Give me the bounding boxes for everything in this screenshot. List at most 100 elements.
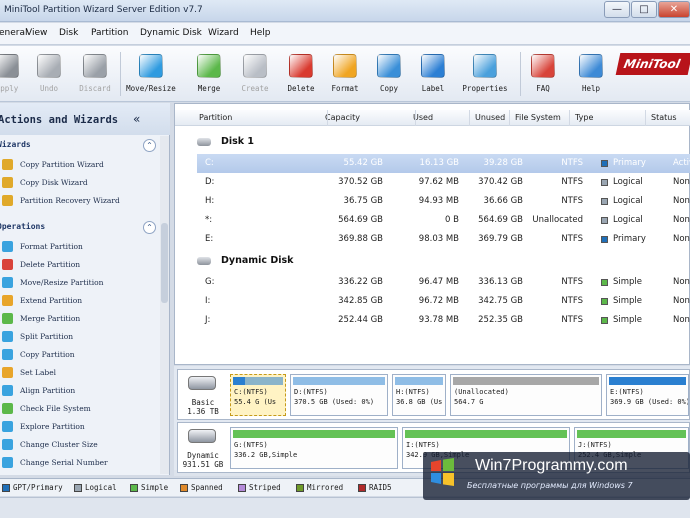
partition-block[interactable]: E:(NTFS) 369.9 GB (Used: 0%): [606, 374, 689, 416]
legend-swatch: [358, 484, 366, 492]
action-change-serial-number[interactable]: Change Serial Number: [0, 454, 158, 472]
toolbar-label: Copy: [379, 84, 399, 93]
toolbar-label: Move/Resize: [126, 84, 176, 93]
section-operations[interactable]: Operations ⌃: [0, 219, 158, 237]
panel-scrollbar-thumb[interactable]: [161, 223, 168, 303]
undo-button[interactable]: Undo: [24, 46, 74, 102]
section-wizards[interactable]: Wizards ⌃: [0, 137, 158, 155]
disk-map-size: 1.36 TB: [187, 407, 219, 416]
menu-general[interactable]: General: [0, 28, 27, 38]
menu-view[interactable]: View: [26, 28, 47, 38]
action-change-cluster-size[interactable]: Change Cluster Size: [0, 436, 158, 454]
collapse-section-icon[interactable]: ⌃: [143, 139, 156, 152]
panel-scrollbar[interactable]: [160, 136, 169, 474]
partition-block[interactable]: D:(NTFS) 370.5 GB (Used: 0%): [290, 374, 388, 416]
action-copy-disk-wizard[interactable]: Copy Disk Wizard: [0, 174, 158, 192]
action-set-label[interactable]: Set Label: [0, 364, 158, 382]
move-resize-button[interactable]: Move/Resize: [126, 46, 176, 102]
column-partition[interactable]: Partition: [199, 113, 232, 122]
delete-partition-icon: [2, 259, 13, 270]
disk-header-dynamic-disk[interactable]: Dynamic Disk: [197, 253, 687, 271]
capacity-cell: 336.22 GB: [338, 277, 383, 287]
merge-button[interactable]: Merge: [184, 46, 234, 102]
table-row[interactable]: *: 564.69 GB 0 B 564.69 GB Unallocated Logica…: [197, 211, 690, 230]
used-cell: 97.62 MB: [418, 177, 459, 187]
action-partition-recovery-wizard[interactable]: Partition Recovery Wizard: [0, 192, 158, 210]
column-used[interactable]: Used: [413, 113, 433, 122]
action-copy-partition-wizard[interactable]: Copy Partition Wizard: [0, 156, 158, 174]
legend-swatch: [238, 484, 246, 492]
table-row[interactable]: E: 369.88 GB 98.03 MB 369.79 GB NTFS Primary N…: [197, 230, 690, 249]
split-partition-icon: [2, 331, 13, 342]
menu-wizard[interactable]: Wizard: [208, 28, 239, 38]
disk-header-disk-1[interactable]: Disk 1: [197, 134, 687, 152]
partition-cell: D:: [205, 177, 215, 187]
action-align-partition[interactable]: Align Partition: [0, 382, 158, 400]
table-row[interactable]: J: 252.44 GB 93.78 MB 252.35 GB NTFS Simple No…: [197, 311, 690, 330]
format-button[interactable]: Format: [320, 46, 370, 102]
partition-block[interactable]: (Unallocated) 564.7 G: [450, 374, 602, 416]
discard-button[interactable]: Discard: [70, 46, 120, 102]
action-delete-partition[interactable]: Delete Partition: [0, 256, 158, 274]
column-type[interactable]: Type: [575, 113, 593, 122]
table-row[interactable]: H: 36.75 GB 94.93 MB 36.66 GB NTFS Logical Non…: [197, 192, 690, 211]
column-unused[interactable]: Unused: [475, 113, 505, 122]
merge-disk-icon: [197, 54, 221, 78]
action-split-partition[interactable]: Split Partition: [0, 328, 158, 346]
actions-wizards-panel: Actions and Wizards « Wizards ⌃ Copy Parti…: [0, 103, 170, 475]
disk-map-disk[interactable]: Dynamic 931.51 GB: [178, 423, 228, 472]
collapse-section-icon[interactable]: ⌃: [143, 221, 156, 234]
table-row[interactable]: C: 55.42 GB 16.13 GB 39.28 GB NTFS Primary Act…: [197, 154, 690, 173]
label-button[interactable]: Label: [408, 46, 458, 102]
check-file-system-icon: [2, 403, 13, 414]
menu-dynamic-disk[interactable]: Dynamic Disk: [140, 28, 202, 38]
menu-disk[interactable]: Disk: [59, 28, 78, 38]
toolbar-label: Delete: [287, 84, 315, 93]
disk-map-disk[interactable]: Basic 1.36 TB: [178, 370, 228, 419]
action-extend-partition[interactable]: Extend Partition: [0, 292, 158, 310]
apply-check-icon: [0, 54, 19, 78]
partition-cell: I:: [205, 296, 211, 306]
unused-cell: 39.28 GB: [483, 158, 523, 168]
action-copy-partition[interactable]: Copy Partition: [0, 346, 158, 364]
toolbar-label: Format: [331, 84, 359, 93]
menu-partition[interactable]: Partition: [91, 28, 129, 38]
partition-block-detail: 564.7 G: [454, 398, 484, 406]
help-button[interactable]: Help: [566, 46, 616, 102]
action-format-partition[interactable]: Format Partition: [0, 238, 158, 256]
maximize-button[interactable]: □: [631, 1, 657, 18]
partition-block[interactable]: H:(NTFS) 36.8 GB (Us: [392, 374, 446, 416]
status-cell: Active & B: [673, 158, 690, 168]
collapse-panel-icon[interactable]: «: [133, 112, 140, 126]
create-button[interactable]: Create: [230, 46, 280, 102]
capacity-cell: 369.88 GB: [338, 234, 383, 244]
merge-partition-icon: [2, 313, 13, 324]
properties-button[interactable]: Properties: [460, 46, 510, 102]
table-row[interactable]: G: 336.22 GB 96.47 MB 336.13 GB NTFS Simple No…: [197, 273, 690, 292]
copy-button[interactable]: Copy: [364, 46, 414, 102]
action-label: Check File System: [20, 404, 91, 413]
table-row[interactable]: I: 342.85 GB 96.72 MB 342.75 GB NTFS Simple No…: [197, 292, 690, 311]
disk-title: Disk 1: [221, 136, 255, 147]
column-file-system[interactable]: File System: [515, 113, 561, 122]
action-move-resize-partition[interactable]: Move/Resize Partition: [0, 274, 158, 292]
action-label: Align Partition: [20, 386, 76, 395]
action-merge-partition[interactable]: Merge Partition: [0, 310, 158, 328]
menu-help[interactable]: Help: [250, 28, 271, 38]
delete-button[interactable]: Delete: [276, 46, 326, 102]
minimize-button[interactable]: —: [604, 1, 630, 18]
table-row[interactable]: D: 370.52 GB 97.62 MB 370.42 GB NTFS Logical N…: [197, 173, 690, 192]
partition-block[interactable]: C:(NTFS) 55.4 G (Us: [230, 374, 286, 416]
close-button[interactable]: ✕: [658, 1, 690, 18]
faq-button[interactable]: FAQ: [518, 46, 568, 102]
unused-cell: 36.66 GB: [483, 196, 523, 206]
faq-lifebuoy-icon: [531, 54, 555, 78]
column-status[interactable]: Status: [651, 113, 677, 122]
action-check-file-system[interactable]: Check File System: [0, 400, 158, 418]
change-cluster-size-icon: [2, 439, 13, 450]
action-explore-partition[interactable]: Explore Partition: [0, 418, 158, 436]
column-capacity[interactable]: Capacity: [325, 113, 360, 122]
legend-swatch: [2, 484, 10, 492]
partition-block[interactable]: G:(NTFS) 336.2 GB,Simple: [230, 427, 398, 469]
action-label: Set Label: [20, 368, 57, 377]
